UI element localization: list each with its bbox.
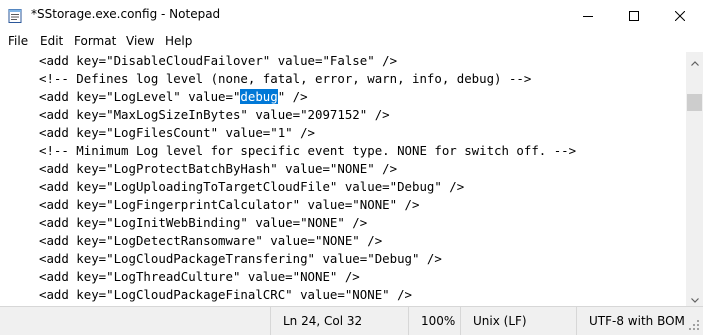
code-line: <add key="LogCloudPackageTransfering" va… (39, 251, 442, 266)
code-line: <add key="LogFingerprintCalculator" valu… (39, 197, 420, 212)
resize-grip-icon[interactable] (688, 316, 700, 330)
minimize-button[interactable] (565, 0, 611, 31)
code-text: " /> (277, 89, 308, 104)
title-bar: *SStorage.exe.config - Notepad (0, 0, 703, 31)
code-line: <add key="LogUploadingToTargetCloudFile"… (39, 179, 465, 194)
code-text: <add key="LogLevel" value=" (39, 89, 241, 104)
menu-format[interactable]: Format (74, 34, 116, 48)
menu-edit[interactable]: Edit (40, 34, 63, 48)
menu-help[interactable]: Help (165, 34, 192, 48)
close-button[interactable] (657, 0, 703, 31)
window-title: *SStorage.exe.config - Notepad (31, 7, 221, 21)
code-line: <!-- Minimum Log level for specific even… (39, 143, 577, 158)
code-line: <add key="LogCloudPackageFinalCRC" value… (39, 287, 412, 302)
code-line: <add key="MaxLogSizeInBytes" value="2097… (39, 107, 390, 122)
menu-file[interactable]: File (8, 34, 28, 48)
scrollbar-thumb[interactable] (687, 94, 702, 111)
status-bar: Ln 24, Col 32 100% Unix (LF) UTF-8 with … (0, 306, 703, 335)
text-selection: debug (240, 89, 278, 104)
maximize-icon (629, 6, 639, 25)
code-line: <add key="LogDetectRansomware" value="NO… (39, 233, 383, 248)
code-line: <add key="LogInitWebBinding" value="NONE… (39, 215, 368, 230)
scroll-down-button[interactable] (686, 289, 703, 306)
code-line: <add key="LogLevel" value="debug" /> (39, 89, 308, 105)
menu-bar: File Edit Format View Help (0, 31, 703, 52)
zoom-level: 100% (408, 307, 460, 335)
code-line: <!-- Defines log level (none, fatal, err… (39, 71, 532, 86)
code-line: <add key="DisableCloudFailover" value="F… (39, 53, 398, 68)
vertical-scrollbar[interactable] (686, 52, 703, 306)
chevron-down-icon (690, 288, 699, 307)
cursor-position: Ln 24, Col 32 (270, 307, 408, 335)
chevron-up-icon (690, 51, 699, 70)
code-line: <add key="LogProtectBatchByHash" value="… (39, 161, 398, 176)
scroll-up-button[interactable] (686, 52, 703, 69)
code-line: <add key="LogThreadCulture" value="NONE"… (39, 269, 360, 284)
line-ending: Unix (LF) (460, 307, 576, 335)
minimize-icon (583, 6, 593, 25)
menu-view[interactable]: View (126, 34, 154, 48)
close-icon (674, 6, 686, 25)
notepad-icon (8, 8, 22, 23)
text-editor[interactable]: <add key="DisableCloudFailover" value="F… (0, 52, 686, 306)
code-line: <add key="LogFilesCount" value="1" /> (39, 125, 316, 140)
maximize-button[interactable] (611, 0, 657, 31)
encoding: UTF-8 with BOM (576, 307, 703, 335)
